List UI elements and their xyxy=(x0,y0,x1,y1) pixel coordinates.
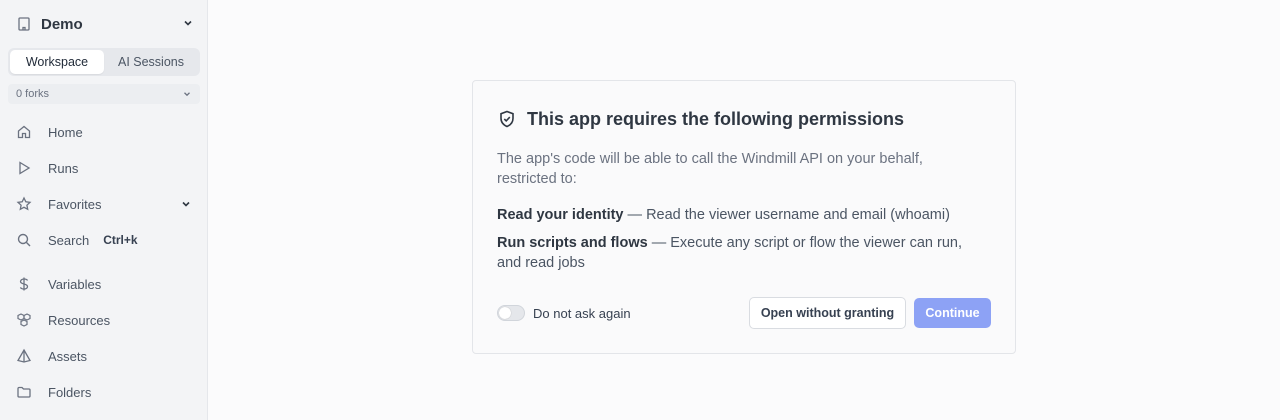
sidebar-item-home[interactable]: Home xyxy=(8,118,200,146)
sidebar-item-label: Favorites xyxy=(48,196,102,212)
sidebar-item-label: Assets xyxy=(48,348,88,364)
search-shortcut: Ctrl+k xyxy=(103,233,138,247)
permission-detail: Read the viewer username and email (whoa… xyxy=(646,207,950,223)
chevron-down-icon xyxy=(182,89,192,99)
permission-separator: — xyxy=(647,235,671,251)
sidebar-item-favorites[interactable]: Favorites xyxy=(8,190,200,218)
do-not-ask-again-row: Do not ask again xyxy=(497,305,631,321)
sidebar: Demo Workspace AI Sessions 0 forks Home … xyxy=(0,0,208,420)
chevron-down-icon xyxy=(182,17,194,29)
toggle-knob xyxy=(499,307,511,319)
star-icon xyxy=(16,196,32,212)
workspace-switcher[interactable]: Demo xyxy=(16,14,196,34)
open-without-granting-button[interactable]: Open without granting xyxy=(749,297,906,329)
sidebar-item-folders[interactable]: Folders xyxy=(8,378,200,406)
toggle-label: Do not ask again xyxy=(533,305,631,321)
sidebar-item-label: Search xyxy=(48,232,90,248)
sidebar-item-resources[interactable]: Resources xyxy=(8,306,200,334)
search-icon xyxy=(16,232,32,248)
sidebar-mode-tabs: Workspace AI Sessions xyxy=(8,48,200,76)
sidebar-item-runs[interactable]: Runs xyxy=(8,154,200,182)
dialog-header: This app requires the following permissi… xyxy=(497,108,904,130)
sidebar-item-label: Home xyxy=(48,124,83,140)
sidebar-item-label: Folders xyxy=(48,384,92,400)
sidebar-item-label: Variables xyxy=(48,276,102,292)
continue-button[interactable]: Continue xyxy=(914,298,991,328)
building-icon xyxy=(16,16,32,32)
permission-separator: — xyxy=(623,207,647,223)
permission-name: Read your identity xyxy=(497,207,624,223)
forks-dropdown[interactable]: 0 forks xyxy=(8,84,200,104)
workspace-name: Demo xyxy=(41,15,83,33)
permission-name: Run scripts and flows xyxy=(497,235,648,251)
home-icon xyxy=(16,124,32,140)
play-icon xyxy=(16,160,32,176)
pyramid-icon xyxy=(16,348,32,364)
dialog-title: This app requires the following permissi… xyxy=(527,108,905,129)
permissions-dialog: This app requires the following permissi… xyxy=(472,80,1016,354)
sidebar-item-assets[interactable]: Assets xyxy=(8,342,200,370)
chevron-down-icon xyxy=(180,198,192,210)
tab-ai-sessions[interactable]: AI Sessions xyxy=(104,50,198,74)
permission-item: Run scripts and flows — Execute any scri… xyxy=(497,233,987,273)
sidebar-item-search[interactable]: Search Ctrl+k xyxy=(8,226,200,254)
permission-item: Read your identity — Read the viewer use… xyxy=(497,205,987,225)
sidebar-item-label: Runs xyxy=(48,160,79,176)
sidebar-item-variables[interactable]: Variables xyxy=(8,270,200,298)
dialog-description: The app's code will be able to call the … xyxy=(497,151,923,187)
shield-check-icon xyxy=(497,109,517,129)
dollar-icon xyxy=(16,276,32,292)
tab-workspace[interactable]: Workspace xyxy=(10,50,104,74)
folder-icon xyxy=(16,384,32,400)
boxes-icon xyxy=(16,312,32,328)
forks-label: 0 forks xyxy=(16,88,50,100)
do-not-ask-again-toggle[interactable] xyxy=(497,305,525,321)
sidebar-item-label: Resources xyxy=(48,312,111,328)
main-content: This app requires the following permissi… xyxy=(208,0,1280,420)
